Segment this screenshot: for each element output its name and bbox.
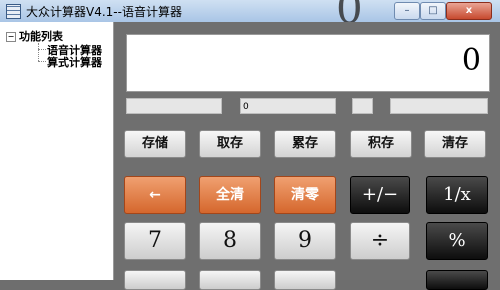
status-field-3 [390, 98, 488, 114]
display-value: 0 [461, 43, 481, 78]
memory-multiply-button[interactable]: 积存 [350, 130, 412, 158]
partial-button[interactable] [124, 270, 186, 290]
partial-button[interactable] [274, 270, 336, 290]
digit-9-button[interactable]: 9 [274, 222, 336, 260]
calculator-panel: 0 0 存储 取存 累存 积存 清存 ← 全清 清零 +/− 1/x 7 8 9… [114, 22, 500, 290]
display-screen: 0 [126, 34, 490, 92]
digit-8-button[interactable]: 8 [199, 222, 261, 260]
tree-connector [38, 43, 39, 61]
collapse-icon[interactable]: − [6, 32, 16, 42]
reciprocal-button[interactable]: 1/x [426, 176, 488, 214]
partial-button[interactable] [426, 270, 488, 290]
clear-all-button[interactable]: 全清 [199, 176, 261, 214]
clear-entry-button[interactable]: 清零 [274, 176, 336, 214]
partial-button[interactable] [199, 270, 261, 290]
status-field-1 [126, 98, 222, 114]
memory-clear-button[interactable]: 清存 [424, 130, 486, 158]
backspace-button[interactable]: ← [124, 176, 186, 214]
tree-connector [38, 61, 46, 62]
close-button[interactable]: x [446, 2, 492, 20]
tree-item-formula-calculator[interactable]: 算式计算器 [47, 54, 102, 70]
window-title: 大众计算器V4.1--语音计算器 [26, 5, 182, 19]
tree-connector [38, 49, 46, 50]
negate-button[interactable]: +/− [350, 176, 410, 214]
memory-add-button[interactable]: 累存 [274, 130, 336, 158]
function-tree: − 功能列表 语音计算器 算式计算器 [0, 22, 114, 280]
digit-7-button[interactable]: 7 [124, 222, 186, 260]
memory-store-button[interactable]: 存储 [124, 130, 186, 158]
title-bar: 大众计算器V4.1--语音计算器 0 – □ x [0, 0, 500, 33]
maximize-button[interactable]: □ [420, 2, 446, 20]
percent-button[interactable]: % [426, 222, 488, 260]
calculator-app-icon [6, 4, 21, 19]
minimize-button[interactable]: – [394, 2, 420, 20]
divide-button[interactable]: ÷ [350, 222, 410, 260]
memory-recall-button[interactable]: 取存 [199, 130, 261, 158]
memory-value-field: 0 [240, 98, 336, 114]
status-field-2 [352, 98, 373, 114]
